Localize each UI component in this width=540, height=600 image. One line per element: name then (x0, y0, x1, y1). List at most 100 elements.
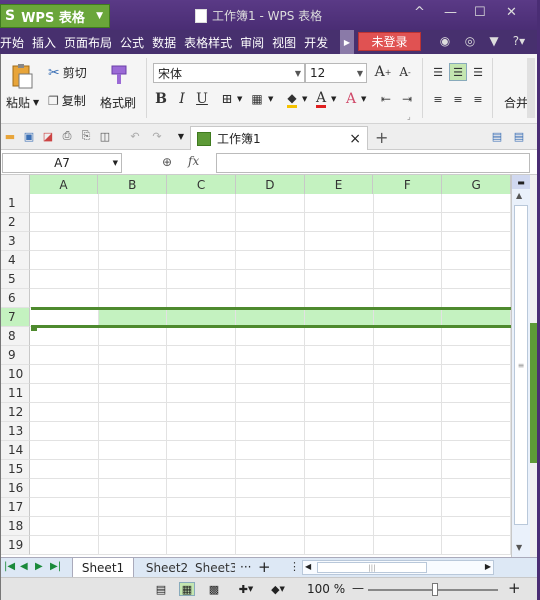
vertical-scrollbar[interactable]: ▬ ▲ ≡ ▼ (511, 175, 530, 557)
decrease-font-icon[interactable]: A- (396, 63, 414, 81)
close-button[interactable]: ✕ (506, 5, 517, 20)
copy-button[interactable]: ❐ 复制 (48, 92, 86, 109)
cell[interactable] (304, 327, 374, 346)
zoom-search-icon[interactable]: ⊕ (162, 155, 172, 169)
cell[interactable] (29, 498, 99, 517)
cell[interactable] (442, 289, 511, 308)
first-sheet-icon[interactable]: |◀ (4, 561, 15, 572)
font-size-select[interactable]: 12 ▼ (305, 63, 367, 83)
cell[interactable] (442, 384, 511, 403)
cell[interactable] (373, 289, 443, 308)
split-handle[interactable]: ▬ (512, 175, 530, 189)
row-header[interactable]: 13 (0, 422, 30, 441)
sheet-tab-sheet2[interactable]: Sheet2 (140, 558, 194, 578)
cell[interactable] (304, 289, 374, 308)
row-header[interactable]: 10 (0, 365, 30, 384)
cell[interactable] (442, 346, 511, 365)
cell[interactable] (373, 194, 443, 213)
cell[interactable] (29, 270, 99, 289)
minimize-button[interactable]: — (444, 5, 457, 20)
borders-icon[interactable]: ⊞ (218, 90, 236, 108)
menu-review[interactable]: 审阅 (236, 34, 268, 51)
cell[interactable] (236, 270, 305, 289)
cell[interactable] (304, 498, 374, 517)
cut-button[interactable]: ✂ 剪切 (48, 64, 87, 81)
zoom-label[interactable]: 100 % (307, 582, 345, 596)
row-header[interactable]: 12 (0, 403, 30, 422)
add-sheet-button[interactable]: + (258, 558, 271, 576)
cell[interactable] (236, 403, 305, 422)
cell[interactable] (236, 346, 305, 365)
cell[interactable] (98, 498, 168, 517)
cell[interactable] (373, 479, 443, 498)
cell[interactable] (304, 536, 374, 555)
cell-style-icon[interactable]: ▦ (248, 90, 266, 108)
underline-button[interactable]: U (193, 90, 211, 108)
column-header[interactable]: A (29, 175, 99, 194)
cell[interactable] (442, 460, 511, 479)
help-center-icon[interactable]: ◎ (462, 33, 478, 49)
cell[interactable] (167, 289, 237, 308)
cell[interactable] (373, 460, 443, 479)
align-top-icon[interactable]: ☰ (429, 63, 447, 81)
cell[interactable] (442, 403, 511, 422)
cell[interactable] (442, 327, 511, 346)
spreadsheet-grid[interactable]: A B C D E F G 1 2 3 4 5 6 7 8 9 10 11 12 13 14 15 16 17 1… (0, 175, 511, 557)
cell[interactable] (29, 365, 99, 384)
new-tab-button[interactable]: + (375, 128, 388, 147)
cell[interactable] (167, 422, 237, 441)
cell[interactable] (236, 213, 305, 232)
cell[interactable] (236, 289, 305, 308)
page-break-view-icon[interactable]: ▦ (179, 582, 195, 596)
scroll-down-icon[interactable]: ▼ (516, 543, 522, 552)
cell[interactable] (304, 232, 374, 251)
cell[interactable] (442, 498, 511, 517)
document-tab[interactable]: 工作簿1 × (190, 126, 368, 150)
cell[interactable] (304, 194, 374, 213)
cell[interactable] (98, 403, 168, 422)
cell[interactable] (29, 384, 99, 403)
cell[interactable] (98, 441, 168, 460)
cell[interactable] (29, 536, 99, 555)
cell[interactable] (373, 308, 443, 327)
cell[interactable] (29, 422, 99, 441)
last-sheet-icon[interactable]: ▶| (50, 561, 61, 572)
cell[interactable] (373, 327, 443, 346)
shirt-icon[interactable]: ▼ (486, 33, 502, 49)
zoom-in-button[interactable]: + (508, 579, 521, 597)
cell[interactable] (98, 327, 168, 346)
menu-data[interactable]: 数据 (148, 34, 180, 51)
chevron-down-icon[interactable]: ▼ (113, 159, 118, 167)
cell[interactable] (442, 232, 511, 251)
menu-insert[interactable]: 插入 (28, 34, 60, 51)
formula-input[interactable] (216, 153, 530, 173)
italic-button[interactable]: I (173, 90, 191, 108)
cell[interactable] (167, 213, 237, 232)
cell[interactable] (236, 194, 305, 213)
cell[interactable] (167, 479, 237, 498)
cell[interactable] (236, 441, 305, 460)
cell[interactable] (29, 232, 99, 251)
align-middle-icon[interactable]: ☰ (449, 63, 467, 81)
cell[interactable] (167, 346, 237, 365)
cell[interactable] (167, 232, 237, 251)
cell[interactable] (98, 384, 168, 403)
cell[interactable] (373, 346, 443, 365)
cell[interactable] (236, 365, 305, 384)
cell[interactable] (167, 403, 237, 422)
chevron-down-icon[interactable]: ▼ (237, 95, 242, 103)
cell[interactable] (442, 213, 511, 232)
menu-view[interactable]: 视图 (268, 34, 300, 51)
more-menus-button[interactable]: ▶ (340, 30, 354, 54)
cell[interactable] (236, 384, 305, 403)
row-header[interactable]: 1 (0, 194, 30, 213)
sheet-tab-sheet1[interactable]: Sheet1 (72, 558, 134, 578)
eye-protection-icon[interactable]: ◆ ▼ (266, 582, 290, 596)
fx-icon[interactable]: fx (188, 154, 199, 168)
cell[interactable] (29, 346, 99, 365)
cell[interactable] (167, 194, 237, 213)
cell[interactable] (167, 536, 237, 555)
scroll-right-icon[interactable]: ▶ (485, 562, 491, 571)
cell[interactable] (29, 517, 99, 536)
align-left-icon[interactable]: ≡ (429, 90, 447, 108)
